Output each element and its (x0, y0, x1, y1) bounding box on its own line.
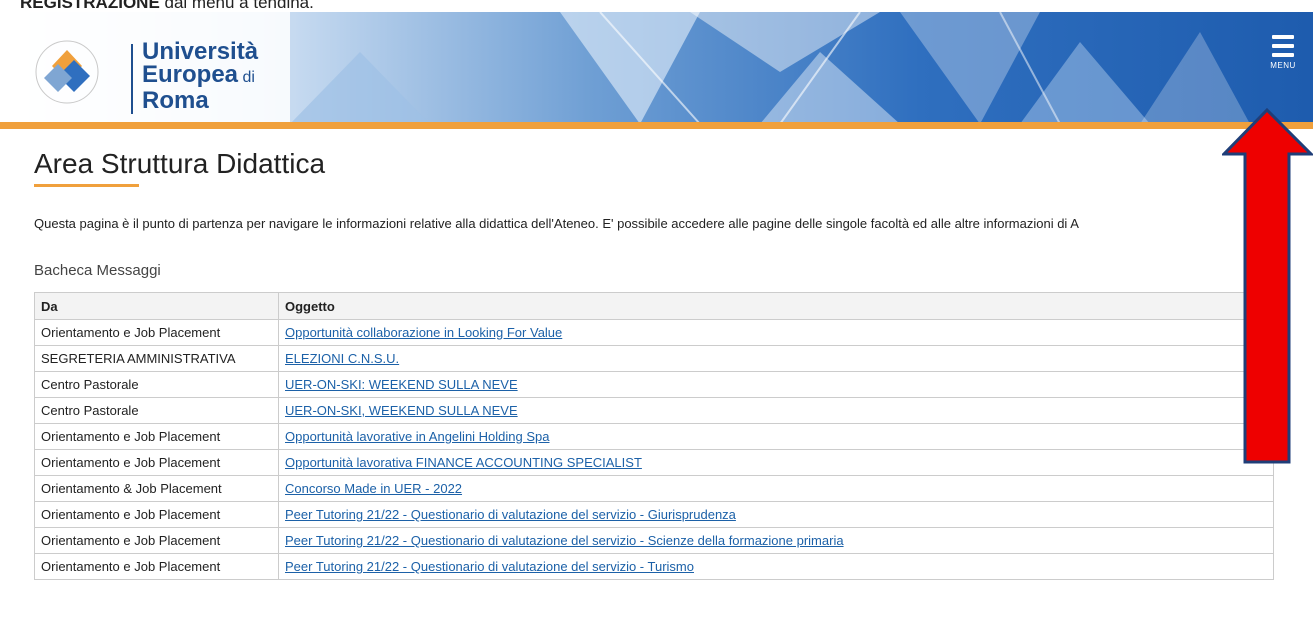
sender-cell: Orientamento e Job Placement (34, 319, 279, 346)
hamburger-icon (1258, 35, 1308, 57)
subject-cell: Peer Tutoring 21/22 - Questionario di va… (278, 527, 1274, 554)
subject-cell: Peer Tutoring 21/22 - Questionario di va… (278, 553, 1274, 580)
table-row: Orientamento e Job Placement Peer Tutori… (34, 501, 1274, 528)
sender-cell: Centro Pastorale (34, 371, 279, 398)
table-row: Orientamento e Job Placement Peer Tutori… (34, 553, 1274, 580)
logo-line-2-small: di (238, 69, 255, 86)
subject-cell: Peer Tutoring 21/22 - Questionario di va… (278, 501, 1274, 528)
sender-cell: Orientamento & Job Placement (34, 475, 279, 502)
sender-cell: Orientamento e Job Placement (34, 449, 279, 476)
header-accent-bar (0, 122, 1313, 129)
instruction-caption: REGISTRAZIONE dal menu a tendina. (0, 0, 1313, 12)
logo-emblem-icon (35, 40, 99, 104)
table-row: Orientamento e Job Placement Opportunità… (34, 319, 1274, 346)
table-row: Orientamento e Job Placement Opportunità… (34, 423, 1274, 450)
subject-cell: UER-ON-SKI: WEEKEND SULLA NEVE (278, 371, 1274, 398)
message-link[interactable]: Opportunità lavorativa FINANCE ACCOUNTIN… (285, 455, 642, 470)
sender-cell: Centro Pastorale (34, 397, 279, 424)
message-link[interactable]: Opportunità collaborazione in Looking Fo… (285, 325, 562, 340)
message-board-table: Da Oggetto Orientamento e Job Placement … (34, 292, 1274, 580)
table-row: Orientamento e Job Placement Opportunità… (34, 449, 1274, 476)
message-link[interactable]: Peer Tutoring 21/22 - Questionario di va… (285, 507, 736, 522)
sender-cell: Orientamento e Job Placement (34, 527, 279, 554)
university-logo[interactable]: Università Europea di Roma (34, 36, 264, 116)
message-link[interactable]: ELEZIONI C.N.S.U. (285, 351, 399, 366)
subject-cell: Opportunità collaborazione in Looking Fo… (278, 319, 1274, 346)
table-row: Centro Pastorale UER-ON-SKI, WEEKEND SUL… (34, 397, 1274, 424)
message-board-heading: Bacheca Messaggi (34, 262, 161, 279)
subject-cell: Concorso Made in UER - 2022 (278, 475, 1274, 502)
table-row: SEGRETERIA AMMINISTRATIVA ELEZIONI C.N.S… (34, 345, 1274, 372)
page-title: Area Struttura Didattica (34, 148, 326, 179)
logo-line-2: Europea (142, 61, 239, 88)
message-link[interactable]: Concorso Made in UER - 2022 (285, 481, 462, 496)
subject-cell: ELEZIONI C.N.S.U. (278, 345, 1274, 372)
message-link[interactable]: Peer Tutoring 21/22 - Questionario di va… (285, 559, 694, 574)
table-row: Orientamento e Job Placement Peer Tutori… (34, 527, 1274, 554)
logo-wordmark: Università Europea di Roma (142, 40, 258, 114)
subject-cell: UER-ON-SKI, WEEKEND SULLA NEVE (278, 397, 1274, 424)
table-row: Centro Pastorale UER-ON-SKI: WEEKEND SUL… (34, 371, 1274, 398)
subject-cell: Opportunità lavorativa FINANCE ACCOUNTIN… (278, 449, 1274, 476)
message-link[interactable]: UER-ON-SKI, WEEKEND SULLA NEVE (285, 403, 518, 418)
annotation-arrow-icon (1222, 108, 1313, 464)
logo-divider (131, 44, 133, 114)
message-link[interactable]: Peer Tutoring 21/22 - Questionario di va… (285, 533, 844, 548)
subject-cell: Opportunità lavorative in Angelini Holdi… (278, 423, 1274, 450)
caption-bold-text: REGISTRAZIONE (20, 0, 160, 12)
sender-cell: Orientamento e Job Placement (34, 553, 279, 580)
menu-label: MENU (1270, 61, 1296, 70)
message-link[interactable]: UER-ON-SKI: WEEKEND SULLA NEVE (285, 377, 518, 392)
logo-line-3: Roma (142, 87, 209, 114)
column-header-da: Da (34, 292, 279, 320)
sender-cell: Orientamento e Job Placement (34, 423, 279, 450)
caption-text: dal menu a tendina. (159, 0, 314, 12)
site-header: Università Europea di Roma MENU (0, 12, 1313, 124)
title-underline (34, 184, 139, 187)
sender-cell: Orientamento e Job Placement (34, 501, 279, 528)
column-header-oggetto: Oggetto (278, 292, 1274, 320)
intro-text: Questa pagina è il punto di partenza per… (34, 216, 1079, 231)
message-link[interactable]: Opportunità lavorative in Angelini Holdi… (285, 429, 550, 444)
table-header-row: Da Oggetto (34, 292, 1274, 320)
menu-button[interactable]: MENU (1258, 30, 1308, 92)
table-row: Orientamento & Job Placement Concorso Ma… (34, 475, 1274, 502)
sender-cell: SEGRETERIA AMMINISTRATIVA (34, 345, 279, 372)
